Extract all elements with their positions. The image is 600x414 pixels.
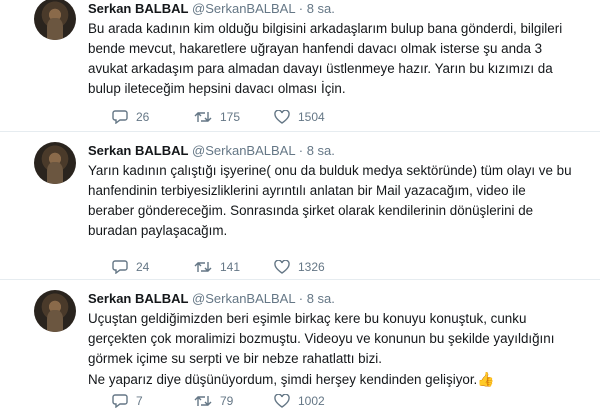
tweet-text: Uçuştan geldiğimizden beri eşimle birkaç… — [88, 309, 586, 390]
tweet[interactable]: Serkan BALBAL @SerkanBALBAL · 8 sa. Bu a… — [0, 0, 600, 132]
tweet-header: Serkan BALBAL @SerkanBALBAL · 8 sa. — [88, 0, 586, 18]
tweet-text-line-with-emoji: Ne yaparız diye düşünüyordum, şimdi herş… — [88, 369, 586, 390]
reply-count: 24 — [136, 260, 150, 274]
tweet-actions: 24 141 1326 — [112, 260, 354, 274]
tweet-text-line: bulup ileteceğim hepsini davacı olması İ… — [88, 81, 346, 96]
separator-dot: · — [298, 143, 304, 158]
tweet-content: Serkan BALBAL @SerkanBALBAL · 8 sa. Uçuş… — [88, 290, 586, 408]
retweet-icon — [194, 262, 212, 272]
reply-icon — [112, 110, 128, 124]
reply-button[interactable]: 7 — [112, 394, 194, 408]
author-name[interactable]: Serkan BALBAL — [88, 1, 188, 16]
retweet-button[interactable]: 141 — [194, 260, 274, 274]
like-count: 1504 — [298, 110, 325, 124]
tweet-text-line: Bu arada kadının kim olduğu bilgisini ar… — [88, 21, 563, 36]
reply-count: 7 — [136, 394, 143, 408]
avatar[interactable] — [34, 142, 76, 184]
like-count: 1002 — [298, 394, 325, 408]
tweet-text-line: buradan paylaşacağım. — [88, 223, 228, 238]
tweet-content: Serkan BALBAL @SerkanBALBAL · 8 sa. Bu a… — [88, 0, 586, 124]
tweet-text-line: Yarın kadının çalıştığı işyerine( onu da… — [88, 163, 572, 178]
tweet-text-line: beraber göndereceğim. Sonrasında şirket … — [88, 203, 534, 218]
retweet-icon — [194, 112, 212, 122]
avatar[interactable] — [34, 290, 76, 332]
tweet-text-line: bende mevcut, hakaretlere uğrayan hanfen… — [88, 41, 543, 56]
tweet-text: Bu arada kadının kim olduğu bilgisini ar… — [88, 19, 586, 99]
tweet-text-line: Uçuştan geldiğimizden beri eşimle birkaç… — [88, 311, 527, 326]
tweet-header: Serkan BALBAL @SerkanBALBAL · 8 sa. — [88, 290, 586, 308]
like-count: 1326 — [298, 260, 325, 274]
reply-count: 26 — [136, 110, 150, 124]
tweet-actions: 7 79 1002 — [112, 394, 354, 408]
tweet-text-line: görmek içime su serpti ve bir nebze raha… — [88, 351, 382, 366]
like-button[interactable]: 1002 — [274, 394, 354, 408]
like-button[interactable]: 1504 — [274, 110, 354, 124]
like-icon — [274, 260, 290, 274]
tweet-content: Serkan BALBAL @SerkanBALBAL · 8 sa. Yarı… — [88, 142, 586, 274]
thumbs-up-emoji: 👍 — [477, 371, 495, 387]
tweet-time[interactable]: 8 sa. — [307, 291, 335, 306]
tweet-actions: 26 175 1504 — [112, 110, 354, 124]
tweet-text-line: gerçekten çok moralimizi bozmuştu. Video… — [88, 331, 555, 346]
tweet-header: Serkan BALBAL @SerkanBALBAL · 8 sa. — [88, 142, 586, 160]
separator-dot: · — [298, 1, 304, 16]
like-button[interactable]: 1326 — [274, 260, 354, 274]
tweet[interactable]: Serkan BALBAL @SerkanBALBAL · 8 sa. Yarı… — [0, 132, 600, 280]
separator-dot: · — [298, 291, 304, 306]
tweet-text-line: avukat arkadaşım para almadan davayı üst… — [88, 61, 553, 76]
reply-button[interactable]: 24 — [112, 260, 194, 274]
tweet[interactable]: Serkan BALBAL @SerkanBALBAL · 8 sa. Uçuş… — [0, 280, 600, 414]
reply-icon — [112, 260, 128, 274]
tweet-text-line: Ne yaparız diye düşünüyordum, şimdi herş… — [88, 372, 478, 387]
author-handle[interactable]: @SerkanBALBAL — [192, 1, 295, 16]
avatar[interactable] — [34, 0, 76, 40]
author-handle[interactable]: @SerkanBALBAL — [192, 143, 295, 158]
tweet-text-line: hanfendinin terbiyesizliklerini ayrıntıl… — [88, 183, 526, 198]
retweet-count: 79 — [220, 394, 234, 408]
author-name[interactable]: Serkan BALBAL — [88, 291, 188, 306]
tweet-time[interactable]: 8 sa. — [307, 1, 335, 16]
tweet-text: Yarın kadının çalıştığı işyerine( onu da… — [88, 161, 586, 241]
author-name[interactable]: Serkan BALBAL — [88, 143, 188, 158]
retweet-button[interactable]: 175 — [194, 110, 274, 124]
retweet-count: 175 — [220, 110, 241, 124]
tweet-time[interactable]: 8 sa. — [307, 143, 335, 158]
reply-icon — [112, 394, 128, 408]
tweet-timeline: Serkan BALBAL @SerkanBALBAL · 8 sa. Bu a… — [0, 0, 600, 414]
author-handle[interactable]: @SerkanBALBAL — [192, 291, 295, 306]
retweet-icon — [194, 396, 212, 406]
reply-button[interactable]: 26 — [112, 110, 194, 124]
like-icon — [274, 394, 290, 408]
retweet-button[interactable]: 79 — [194, 394, 274, 408]
like-icon — [274, 110, 290, 124]
retweet-count: 141 — [220, 260, 241, 274]
